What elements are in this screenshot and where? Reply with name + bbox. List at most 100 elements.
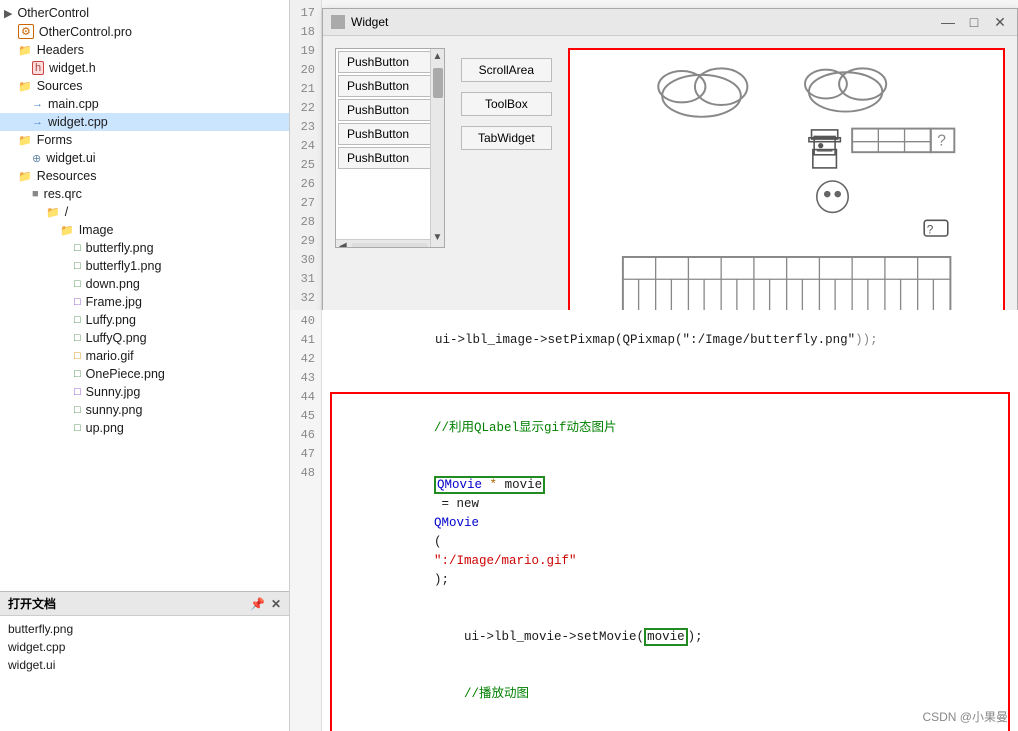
tree-item-othercontrol-pro[interactable]: ⚙ OtherControl.pro [0, 22, 289, 41]
tree-item-down-png[interactable]: □ down.png [0, 275, 289, 293]
tree-item-slash[interactable]: 📁 / [0, 203, 289, 221]
img-icon: □ [74, 242, 81, 254]
tree-item-forms[interactable]: 📁 Forms [0, 131, 289, 149]
tree-item-up-png[interactable]: □ up.png [0, 419, 289, 437]
list-item-5[interactable]: PushButton [338, 147, 442, 169]
tree-label-onepiece-png: OnePiece.png [86, 367, 165, 381]
tree-label-image-folder: Image [79, 223, 114, 237]
hscroll-track [352, 243, 429, 249]
scroll-thumb[interactable] [433, 68, 443, 98]
tree-item-frame-jpg[interactable]: □ Frame.jpg [0, 293, 289, 311]
minimize-button[interactable]: — [939, 13, 957, 31]
img-icon: □ [74, 332, 81, 344]
widget-titlebar: Widget — □ ✕ [323, 9, 1017, 36]
img-icon: □ [74, 278, 81, 290]
img-icon: □ [74, 404, 81, 416]
tree-label-butterfly-png: butterfly.png [86, 241, 154, 255]
tree-item-luffy-png[interactable]: □ Luffy.png [0, 311, 289, 329]
code-section: 40 41 42 43 44 45 46 47 48 ui->lbl_image… [290, 310, 1018, 731]
tree-label-widget-ui: widget.ui [46, 151, 95, 165]
tree-label-mario-gif: mario.gif [86, 349, 134, 363]
tree-item-image-folder[interactable]: 📁 Image [0, 221, 289, 239]
top-line-numbers: 17 18 19 20 21 22 23 24 25 26 27 28 29 3… [290, 0, 322, 310]
list-item-4[interactable]: PushButton [338, 123, 442, 145]
widget-window-icon [331, 15, 345, 29]
list-item-1[interactable]: PushButton [338, 51, 442, 73]
tree-item-widget-h[interactable]: h widget.h [0, 59, 289, 77]
project-icon: ▶ [4, 7, 12, 20]
tree-item-sunny-jpg[interactable]: □ Sunny.jpg [0, 383, 289, 401]
open-docs-panel: 打开文档 📌 ✕ butterfly.pngwidget.cppwidget.u… [0, 591, 289, 731]
code-line-46: movie->start(); [344, 723, 996, 731]
scroll-down-arrow[interactable]: ▼ [431, 230, 445, 245]
tree-item-sunny-png[interactable]: □ sunny.png [0, 401, 289, 419]
tree-item-onepiece-png[interactable]: □ OnePiece.png [0, 365, 289, 383]
widget-middle-buttons: ScrollArea ToolBox TabWidget [461, 48, 552, 314]
panel-close-icon[interactable]: ✕ [271, 597, 281, 611]
open-docs-files: butterfly.pngwidget.cppwidget.ui [0, 616, 289, 678]
list-item-2[interactable]: PushButton [338, 75, 442, 97]
tabwidget-button[interactable]: TabWidget [461, 126, 552, 150]
list-widget[interactable]: PushButton PushButton PushButton PushBut… [335, 48, 445, 248]
folder-icon: 📁 [18, 44, 32, 57]
tree-label-sunny-png: sunny.png [86, 403, 143, 417]
vertical-scrollbar[interactable]: ▲ ▼ [430, 49, 444, 247]
ui-icon: ⊕ [32, 152, 41, 165]
horizontal-scrollbar[interactable]: ◀ ▶ [336, 239, 444, 248]
tree-item-luffyq-png[interactable]: □ LuffyQ.png [0, 329, 289, 347]
code-line-44: ui->lbl_movie->setMovie(movie); [344, 609, 996, 666]
code-line-42: //利用QLabel显示gif动态图片 [344, 400, 996, 457]
folder-icon: 📁 [18, 80, 32, 93]
tree-label-forms: Forms [37, 133, 72, 147]
cpp-icon: → [32, 98, 43, 110]
tree-label-luffyq-png: LuffyQ.png [86, 331, 147, 345]
tree-label-resources: Resources [37, 169, 97, 183]
tree-item-res-qrc[interactable]: ■ res.qrc [0, 185, 289, 203]
close-button[interactable]: ✕ [991, 13, 1009, 31]
list-item-3[interactable]: PushButton [338, 99, 442, 121]
open-doc-widget.ui[interactable]: widget.ui [0, 656, 289, 674]
panel-pin-icon[interactable]: 📌 [250, 597, 265, 611]
img-icon: □ [74, 422, 81, 434]
left-panel: ▶ OtherControl ⚙ OtherControl.pro 📁 Head… [0, 0, 290, 731]
tree-item-butterfly-png[interactable]: □ butterfly.png [0, 239, 289, 257]
tree-label-widget-cpp: widget.cpp [48, 115, 108, 129]
header-icon: h [32, 61, 44, 75]
open-doc-widget.cpp[interactable]: widget.cpp [0, 638, 289, 656]
toolbox-button[interactable]: ToolBox [461, 92, 552, 116]
tree-item-sources[interactable]: 📁 Sources [0, 77, 289, 95]
jpg-icon: □ [74, 386, 81, 398]
tree-item-resources[interactable]: 📁 Resources [0, 167, 289, 185]
maximize-button[interactable]: □ [965, 13, 983, 31]
tree-item-main-cpp[interactable]: → main.cpp [0, 95, 289, 113]
tree-label-othercontrol-pro: OtherControl.pro [39, 25, 132, 39]
img-icon: □ [74, 368, 81, 380]
folder-icon: 📁 [46, 206, 60, 219]
tree-item-headers[interactable]: 📁 Headers [0, 41, 289, 59]
tree-item-butterfly1-png[interactable]: □ butterfly1.png [0, 257, 289, 275]
tree-item-widget-ui[interactable]: ⊕ widget.ui [0, 149, 289, 167]
svg-text:?: ? [937, 133, 946, 150]
tree-label-res-qrc: res.qrc [44, 187, 82, 201]
scroll-area-button[interactable]: ScrollArea [461, 58, 552, 82]
code-line-40: ui->lbl_image->setPixmap(QPixmap(":/Imag… [330, 312, 1010, 369]
tree-label-headers: Headers [37, 43, 84, 57]
open-docs-header: 打开文档 📌 ✕ [0, 592, 289, 616]
tree-item-widget-cpp[interactable]: → widget.cpp [0, 113, 289, 131]
tree-item-othercontrol-root[interactable]: ▶ OtherControl [0, 4, 289, 22]
tree-item-mario-gif[interactable]: □ mario.gif [0, 347, 289, 365]
svg-text:?: ? [927, 223, 934, 236]
scroll-up-arrow[interactable]: ▲ [431, 49, 445, 64]
folder-icon: 📁 [18, 134, 32, 147]
widget-image-inner: ? [570, 50, 1003, 312]
folder-icon: 📁 [18, 170, 32, 183]
widget-title-label: Widget [351, 15, 388, 29]
tree-label-main-cpp: main.cpp [48, 97, 99, 111]
tree-label-up-png: up.png [86, 421, 124, 435]
scene-svg: ? [570, 50, 1003, 312]
tree-label-luffy-png: Luffy.png [86, 313, 136, 327]
open-docs-label: 打开文档 [8, 595, 56, 612]
open-doc-butterfly.png[interactable]: butterfly.png [0, 620, 289, 638]
widget-list-area: PushButton PushButton PushButton PushBut… [335, 48, 445, 314]
hscroll-left-arrow[interactable]: ◀ [336, 241, 350, 248]
